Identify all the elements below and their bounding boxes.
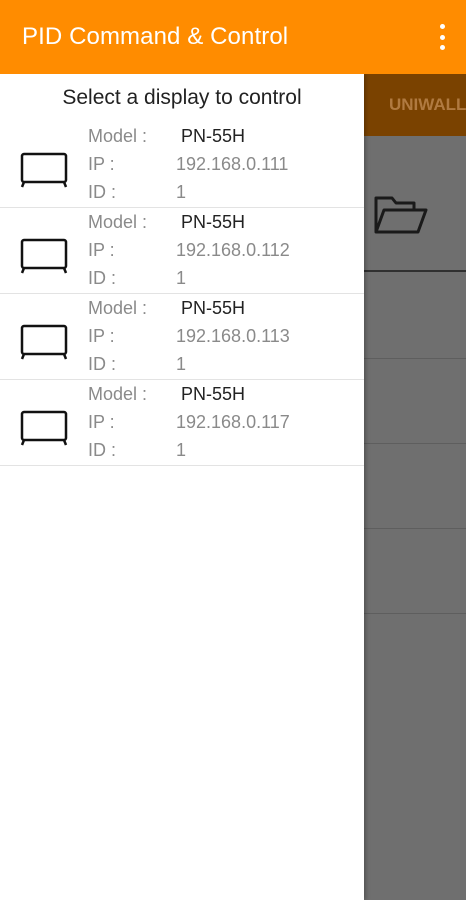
tv-icon xyxy=(20,152,68,188)
id-value: 1 xyxy=(176,440,187,460)
main-tab-bar: UNIWALL xyxy=(364,74,466,136)
divider xyxy=(364,443,466,444)
display-list-item[interactable]: Model : PN-55H IP : 192.168.0.112 ID : 1 xyxy=(0,208,364,294)
model-label: Model : xyxy=(88,212,148,232)
ip-label: IP : xyxy=(88,326,115,346)
id-row: ID : 1 xyxy=(88,264,186,292)
tab-uniwall[interactable]: UNIWALL xyxy=(389,95,466,115)
ip-value: 192.168.0.111 xyxy=(176,154,289,174)
tv-icon xyxy=(20,324,68,360)
model-row: Model : PN-55H xyxy=(88,294,245,322)
ip-row: IP : 192.168.0.111 xyxy=(88,150,288,178)
ip-value: 192.168.0.117 xyxy=(176,412,290,432)
id-value: 1 xyxy=(176,268,187,288)
drawer-title: Select a display to control xyxy=(62,86,302,109)
model-value: PN-55H xyxy=(181,212,246,232)
divider xyxy=(364,358,466,359)
navigation-drawer: Select a display to control Model : PN-55… xyxy=(0,74,364,900)
app-bar: PID Command & Control xyxy=(0,0,466,74)
id-value: 1 xyxy=(176,182,187,202)
id-label: ID : xyxy=(88,182,117,202)
model-value: PN-55H xyxy=(181,298,246,318)
ip-label: IP : xyxy=(88,240,115,260)
display-list-item[interactable]: Model : PN-55H IP : 192.168.0.111 ID : 1 xyxy=(0,122,364,208)
model-label: Model : xyxy=(88,384,148,404)
app-title: PID Command & Control xyxy=(22,23,289,50)
main-content-scrim[interactable]: UNIWALL xyxy=(364,74,466,900)
id-label: ID : xyxy=(88,440,117,460)
ip-row: IP : 192.168.0.112 xyxy=(88,236,290,264)
ip-value: 192.168.0.113 xyxy=(176,326,290,346)
model-row: Model : PN-55H xyxy=(88,380,245,408)
ip-value: 192.168.0.112 xyxy=(176,240,290,260)
ip-label: IP : xyxy=(88,412,115,432)
display-list-item[interactable]: Model : PN-55H IP : 192.168.0.113 ID : 1 xyxy=(0,294,364,380)
tv-icon xyxy=(20,410,68,446)
id-row: ID : 1 xyxy=(88,436,186,464)
model-value: PN-55H xyxy=(181,384,246,404)
ip-label: IP : xyxy=(88,154,115,174)
id-value: 1 xyxy=(176,354,187,374)
id-label: ID : xyxy=(88,354,117,374)
divider xyxy=(364,613,466,614)
ip-row: IP : 192.168.0.113 xyxy=(88,322,290,350)
id-row: ID : 1 xyxy=(88,350,186,378)
model-label: Model : xyxy=(88,126,148,146)
tv-icon xyxy=(20,238,68,274)
display-list-item[interactable]: Model : PN-55H IP : 192.168.0.117 ID : 1 xyxy=(0,380,364,466)
model-row: Model : PN-55H xyxy=(88,208,245,236)
ip-row: IP : 192.168.0.117 xyxy=(88,408,290,436)
model-label: Model : xyxy=(88,298,148,318)
model-row: Model : PN-55H xyxy=(88,122,245,150)
folder-open-icon[interactable] xyxy=(370,184,430,244)
divider xyxy=(364,270,466,272)
model-value: PN-55H xyxy=(181,126,246,146)
divider xyxy=(364,528,466,529)
id-label: ID : xyxy=(88,268,117,288)
id-row: ID : 1 xyxy=(88,178,186,206)
more-vert-icon[interactable] xyxy=(432,22,452,52)
